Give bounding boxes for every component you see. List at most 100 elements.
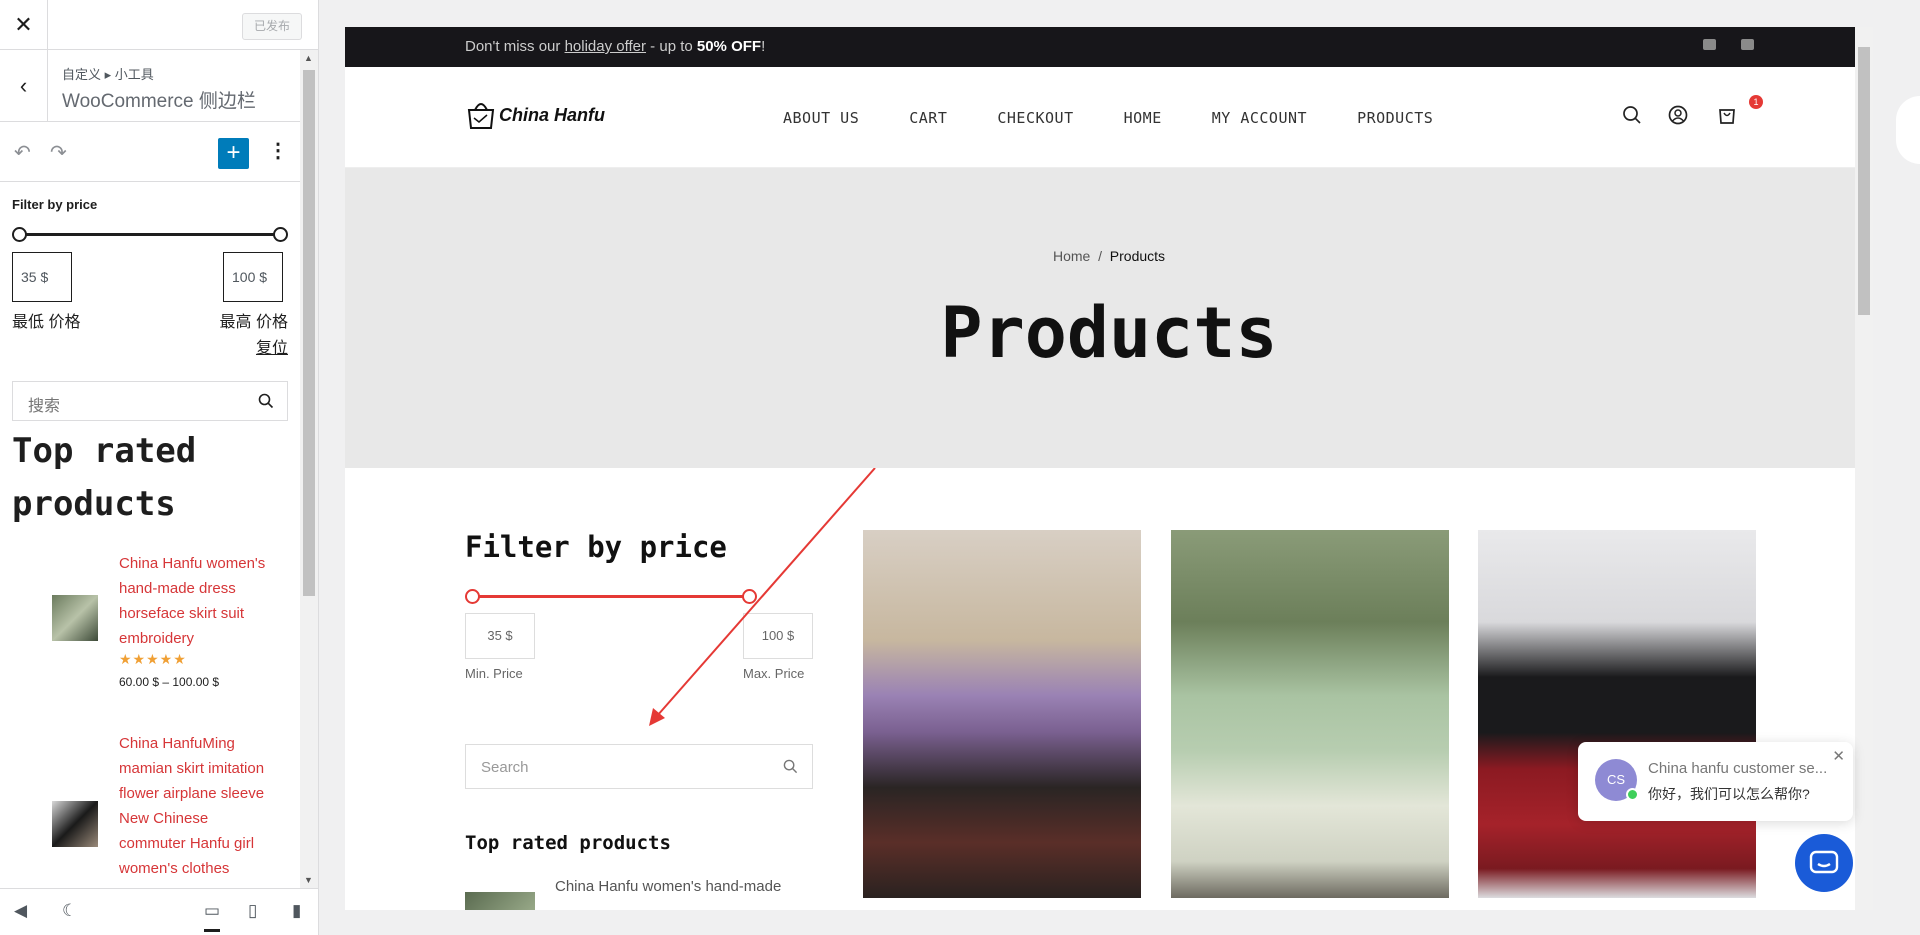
redo-icon[interactable]: ↷ bbox=[50, 140, 67, 165]
search-input[interactable]: 搜索 bbox=[12, 381, 288, 421]
customizer-footer: ◀ ☾ ▭ ▯ ▮ bbox=[0, 888, 318, 935]
nav-item-cart[interactable]: CART bbox=[909, 109, 947, 127]
product-price: 60.00 $ – 100.00 $ bbox=[119, 675, 220, 689]
promo-suffix: ! bbox=[761, 38, 766, 55]
scrollbar-thumb[interactable] bbox=[1858, 47, 1870, 315]
search-placeholder: Search bbox=[481, 759, 529, 776]
chat-launcher-button[interactable] bbox=[1795, 834, 1853, 892]
desktop-preview-icon[interactable]: ▭ bbox=[204, 901, 221, 932]
promo-bar: Don't miss our holiday offer - up to 50%… bbox=[345, 27, 1873, 67]
holiday-offer-link[interactable]: holiday offer bbox=[565, 38, 646, 55]
product-list-item[interactable]: China HanfuMing mamian skirt imitation f… bbox=[12, 731, 288, 888]
promo-middle: - up to bbox=[646, 38, 697, 55]
breadcrumb-home[interactable]: Home bbox=[1053, 248, 1090, 264]
cart-icon[interactable] bbox=[1717, 105, 1737, 125]
block-toolbar: ↶ ↷ + ⋮ bbox=[0, 122, 318, 182]
search-icon[interactable] bbox=[258, 393, 274, 409]
annotation-arrow bbox=[649, 468, 876, 726]
published-button[interactable]: 已发布 bbox=[241, 13, 302, 40]
filter-heading: Filter by price bbox=[12, 197, 98, 212]
dark-mode-icon[interactable]: ☾ bbox=[62, 901, 77, 921]
promo-text: Don't miss our holiday offer - up to 50%… bbox=[465, 38, 765, 55]
account-icon[interactable] bbox=[1668, 105, 1688, 125]
product-image[interactable] bbox=[1171, 530, 1449, 898]
customizer-header: ✕ 已发布 bbox=[0, 0, 318, 50]
undo-icon[interactable]: ↶ bbox=[14, 140, 31, 165]
search-icon[interactable] bbox=[1622, 105, 1642, 125]
slider-max-handle[interactable] bbox=[273, 227, 288, 242]
price-inputs: 35 $ 100 $ 最低 价格 最高 价格 bbox=[12, 252, 288, 331]
chat-popup[interactable]: CS China hanfu customer se... 你好，我们可以怎么帮… bbox=[1578, 742, 1853, 821]
nav-item-checkout[interactable]: CHECKOUT bbox=[997, 109, 1073, 127]
widget-area: Filter by price 35 $ 100 $ 最低 价格 最高 价格 复… bbox=[0, 182, 300, 888]
shop-content: Filter by price 35 $ 100 $ Min. Price Ma… bbox=[345, 468, 1873, 910]
close-icon[interactable]: ✕ bbox=[0, 0, 48, 50]
section-header: ‹ 自定义 ▸ 小工具 WooCommerce 侧边栏 bbox=[0, 50, 318, 122]
max-price-label: 最高 价格 bbox=[219, 314, 288, 331]
section-title: WooCommerce 侧边栏 bbox=[62, 91, 256, 112]
max-price-input[interactable]: 100 $ bbox=[223, 252, 283, 302]
site-header: China Hanfu ABOUT US CART CHECKOUT HOME … bbox=[345, 67, 1873, 168]
close-icon[interactable]: ✕ bbox=[1832, 747, 1845, 765]
top-rated-heading: Top rated products bbox=[465, 832, 671, 854]
chat-title: China hanfu customer se... bbox=[1648, 760, 1828, 777]
product-image[interactable] bbox=[1478, 530, 1756, 898]
product-name[interactable]: China Hanfu women's hand-made bbox=[555, 878, 795, 895]
product-name[interactable]: China Hanfu women's hand-made dress hors… bbox=[119, 551, 279, 651]
phone-icon[interactable] bbox=[1741, 39, 1754, 50]
logo-text: China Hanfu bbox=[499, 104, 605, 125]
page-hero: Home / Products Products bbox=[345, 168, 1873, 468]
search-input[interactable]: Search bbox=[465, 744, 813, 789]
breadcrumb: Home / Products bbox=[345, 168, 1873, 264]
breadcrumb-current: Products bbox=[1109, 248, 1166, 264]
product-thumbnail[interactable] bbox=[52, 801, 98, 847]
promo-discount: 50% OFF bbox=[696, 38, 762, 55]
product-image[interactable] bbox=[863, 530, 1141, 898]
reset-link[interactable]: 复位 bbox=[12, 334, 288, 358]
edge-tab bbox=[1896, 96, 1920, 164]
nav-item-my-account[interactable]: MY ACCOUNT bbox=[1212, 109, 1307, 127]
nav-item-products[interactable]: PRODUCTS bbox=[1357, 109, 1433, 127]
scrollbar-thumb[interactable] bbox=[303, 70, 315, 596]
slider-min-handle[interactable] bbox=[465, 589, 480, 604]
site-logo[interactable]: China Hanfu bbox=[465, 100, 605, 130]
scroll-down-icon[interactable]: ▼ bbox=[304, 875, 313, 885]
price-slider[interactable] bbox=[12, 224, 288, 244]
add-block-button[interactable]: + bbox=[218, 138, 249, 169]
star-rating: ★★★★★ bbox=[119, 651, 187, 667]
cart-count-badge: 1 bbox=[1749, 95, 1763, 109]
sidebar-scrollbar[interactable]: ▲ ▼ bbox=[300, 50, 318, 888]
shopping-bag-logo-icon bbox=[467, 103, 495, 129]
online-status-dot bbox=[1626, 788, 1639, 801]
mobile-preview-icon[interactable]: ▮ bbox=[292, 901, 301, 921]
main-nav: ABOUT US CART CHECKOUT HOME MY ACCOUNT P… bbox=[783, 109, 1433, 127]
chat-message: 你好，我们可以怎么帮你? bbox=[1648, 786, 1810, 802]
min-price-label: Min. Price bbox=[465, 666, 523, 681]
nav-item-about-us[interactable]: ABOUT US bbox=[783, 109, 859, 127]
min-price-input[interactable]: 35 $ bbox=[465, 613, 535, 659]
scroll-up-icon[interactable]: ▲ bbox=[304, 53, 313, 63]
page-title: Products bbox=[940, 292, 1278, 374]
preview-scrollbar[interactable] bbox=[1855, 27, 1873, 910]
product-name[interactable]: China HanfuMing mamian skirt imitation f… bbox=[119, 731, 279, 881]
collapse-sidebar-icon[interactable]: ◀ bbox=[14, 901, 27, 921]
min-price-input[interactable]: 35 $ bbox=[12, 252, 72, 302]
more-options-icon[interactable]: ⋮ bbox=[268, 138, 288, 163]
top-rated-heading: Top rated products bbox=[12, 431, 197, 524]
product-list-item[interactable]: China Hanfu women's hand-made dress hors… bbox=[12, 551, 288, 713]
chat-bubble-icon bbox=[1809, 850, 1839, 874]
breadcrumb-separator: / bbox=[1098, 248, 1102, 264]
tablet-preview-icon[interactable]: ▯ bbox=[248, 901, 257, 921]
back-arrow-icon[interactable]: ‹ bbox=[0, 50, 48, 122]
product-thumbnail[interactable] bbox=[465, 892, 535, 910]
search-icon[interactable] bbox=[783, 759, 798, 774]
promo-prefix: Don't miss our bbox=[465, 38, 565, 55]
slider-track bbox=[18, 233, 282, 236]
min-price-label: 最低 价格 bbox=[12, 314, 81, 331]
slider-min-handle[interactable] bbox=[12, 227, 27, 242]
mail-icon[interactable] bbox=[1703, 39, 1716, 50]
nav-item-home[interactable]: HOME bbox=[1124, 109, 1162, 127]
customizer-sidebar: ✕ 已发布 ‹ 自定义 ▸ 小工具 WooCommerce 侧边栏 ↶ ↷ + … bbox=[0, 0, 319, 935]
customizer-breadcrumb: 自定义 ▸ 小工具 bbox=[62, 67, 154, 82]
product-thumbnail[interactable] bbox=[52, 595, 98, 641]
